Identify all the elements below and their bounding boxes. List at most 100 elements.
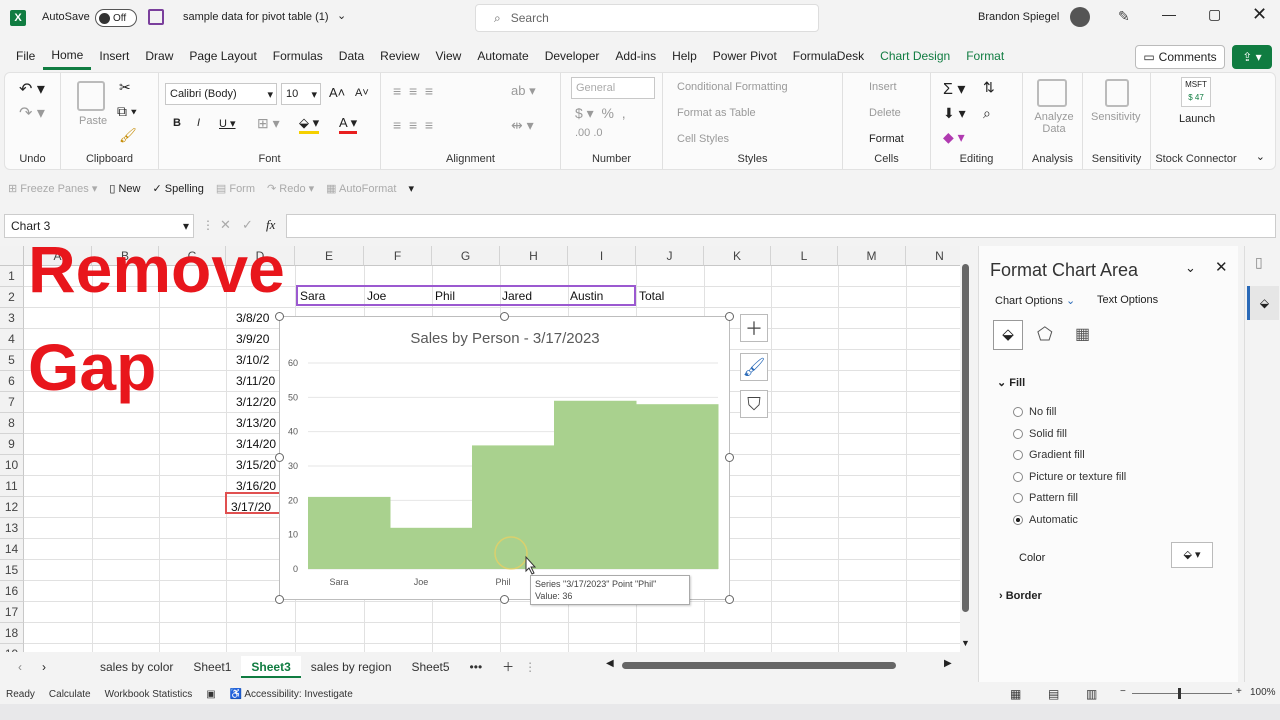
pane-close-icon[interactable]: ✕ bbox=[1215, 258, 1228, 276]
stock-icon[interactable]: MSFT $ 47 bbox=[1181, 77, 1211, 107]
chart-area[interactable]: Sales by Person - 3/17/2023 0 10 20 30 40 50 6… bbox=[279, 316, 730, 605]
row-header-17[interactable]: 17 bbox=[0, 602, 24, 623]
font-name-select[interactable]: Calibri (Body) ▾ bbox=[165, 83, 277, 105]
row-header-6[interactable]: 6 bbox=[0, 371, 24, 392]
add-sheet-button[interactable]: ＋ bbox=[492, 656, 524, 678]
tab-file[interactable]: File bbox=[8, 42, 43, 70]
enter-icon[interactable]: ✓ bbox=[242, 217, 253, 233]
column-header-l[interactable]: L bbox=[771, 246, 838, 266]
spelling-button[interactable]: ✓ Spelling bbox=[152, 182, 203, 195]
tab-insert[interactable]: Insert bbox=[91, 42, 137, 70]
resize-handle-t[interactable] bbox=[500, 312, 509, 321]
copy-icon[interactable]: ⧉ ▾ bbox=[117, 103, 137, 120]
fill-section-header[interactable]: ⌄ Fill bbox=[997, 376, 1025, 389]
format-cells-button[interactable]: Format bbox=[869, 133, 904, 145]
column-header-m[interactable]: M bbox=[838, 246, 906, 266]
column-header-n[interactable]: N bbox=[906, 246, 960, 266]
accessibility-status[interactable]: ♿ Accessibility: Investigate bbox=[230, 689, 353, 700]
delete-cells-button[interactable]: Delete bbox=[869, 107, 901, 119]
form-button[interactable]: ▤ Form bbox=[216, 182, 255, 195]
zoom-level[interactable]: 100% bbox=[1250, 687, 1276, 698]
redo-button[interactable]: ↷ Redo ▾ bbox=[267, 182, 314, 195]
new-button[interactable]: ▯ New bbox=[109, 182, 140, 195]
date-cell[interactable]: 3/15/20 bbox=[236, 455, 276, 476]
zoom-in-icon[interactable]: + bbox=[1236, 686, 1242, 697]
comments-button[interactable]: ▭ Comments bbox=[1135, 45, 1225, 69]
sheet-tab-sheet5[interactable]: Sheet5 bbox=[402, 656, 460, 678]
avatar[interactable] bbox=[1070, 7, 1090, 27]
scroll-left-icon[interactable]: ◀ bbox=[606, 658, 614, 669]
sort-filter-icon[interactable]: ⇅ bbox=[983, 79, 995, 96]
bar-jared[interactable] bbox=[554, 400, 637, 569]
file-name[interactable]: sample data for pivot table (1) bbox=[183, 11, 329, 23]
chart-options-tab[interactable]: Chart Options ⌄ bbox=[995, 294, 1075, 307]
paste-icon[interactable] bbox=[77, 81, 105, 111]
tab-developer[interactable]: Developer bbox=[537, 42, 608, 70]
currency-icon[interactable]: $ ▾ % , bbox=[575, 105, 626, 122]
column-header-e[interactable]: E bbox=[295, 246, 364, 266]
tab-chart-design[interactable]: Chart Design bbox=[872, 42, 958, 70]
font-color-icon[interactable]: A ▾ bbox=[339, 115, 358, 134]
date-cell[interactable]: 3/8/20 bbox=[236, 308, 269, 329]
chevron-down-icon[interactable]: ⌄ bbox=[337, 9, 346, 22]
borders-icon[interactable]: ⊞ ▾ bbox=[257, 115, 280, 132]
bar-phil[interactable] bbox=[472, 445, 555, 569]
row-header-9[interactable]: 9 bbox=[0, 434, 24, 455]
underline-icon[interactable]: U ▾ bbox=[219, 117, 236, 130]
tab-formuladesk[interactable]: FormulaDesk bbox=[785, 42, 872, 70]
fill-option-gradient-fill[interactable]: Gradient fill bbox=[1013, 449, 1085, 461]
row-header-16[interactable]: 16 bbox=[0, 581, 24, 602]
autosum-icon[interactable]: Σ ▾ bbox=[943, 79, 965, 99]
fill-line-icon[interactable]: ⬙ bbox=[993, 320, 1023, 350]
tab-power-pivot[interactable]: Power Pivot bbox=[705, 42, 785, 70]
row-header-7[interactable]: 7 bbox=[0, 392, 24, 413]
pen-icon[interactable]: ✎ bbox=[1118, 8, 1130, 25]
cell-austin[interactable]: Austin bbox=[570, 286, 603, 307]
save-icon[interactable] bbox=[148, 9, 164, 25]
sheet-tab-sheet1[interactable]: Sheet1 bbox=[183, 656, 241, 678]
date-cell[interactable]: 3/11/20 bbox=[236, 371, 275, 392]
sheet-tab-sales-by-region[interactable]: sales by region bbox=[301, 656, 402, 678]
pane-options-icon[interactable]: ⌄ bbox=[1185, 260, 1196, 276]
cell-jared[interactable]: Jared bbox=[502, 286, 532, 307]
page-layout-view-icon[interactable]: ▤ bbox=[1048, 687, 1059, 701]
format-pane-icon[interactable]: ⬙ bbox=[1247, 286, 1279, 320]
date-cell[interactable]: 3/13/20 bbox=[236, 413, 276, 434]
chart-elements-button[interactable]: ＋ bbox=[740, 314, 768, 342]
resize-handle-l[interactable] bbox=[275, 453, 284, 462]
select-all-corner[interactable] bbox=[0, 246, 24, 266]
tab-draw[interactable]: Draw bbox=[137, 42, 181, 70]
undo-icon[interactable]: ↶ ▾ bbox=[19, 79, 45, 99]
search-box[interactable]: ⌕ Search bbox=[475, 4, 819, 32]
column-header-h[interactable]: H bbox=[500, 246, 568, 266]
zoom-slider[interactable] bbox=[1132, 688, 1232, 699]
format-as-table-button[interactable]: Format as Table bbox=[677, 107, 756, 119]
color-picker-button[interactable]: ⬙ ▾ bbox=[1171, 542, 1213, 568]
date-cell[interactable]: 3/10/2 bbox=[236, 350, 269, 371]
sheet-tab-sheet3[interactable]: Sheet3 bbox=[241, 656, 301, 678]
zoom-out-icon[interactable]: − bbox=[1120, 686, 1126, 697]
bold-icon[interactable]: B bbox=[173, 117, 181, 129]
row-header-5[interactable]: 5 bbox=[0, 350, 24, 371]
font-size-select[interactable]: 10 ▾ bbox=[281, 83, 321, 105]
column-header-f[interactable]: F bbox=[364, 246, 432, 266]
border-section-header[interactable]: › Border bbox=[999, 590, 1042, 602]
fill-icon[interactable]: ⬇ ▾ bbox=[943, 105, 966, 122]
resize-handle-r[interactable] bbox=[725, 453, 734, 462]
autosave-toggle[interactable]: Off bbox=[95, 9, 137, 27]
tab-add-ins[interactable]: Add-ins bbox=[607, 42, 664, 70]
resize-handle-bl[interactable] bbox=[275, 595, 284, 604]
analyze-data-icon[interactable] bbox=[1037, 79, 1067, 107]
fx-icon[interactable]: fx bbox=[266, 217, 275, 233]
status-calculate[interactable]: Calculate bbox=[49, 689, 91, 700]
merge-icon[interactable]: ⇹ ▾ bbox=[511, 117, 534, 134]
clear-icon[interactable]: ◆ ▾ bbox=[943, 129, 965, 146]
column-header-j[interactable]: J bbox=[636, 246, 704, 266]
resize-handle-tl[interactable] bbox=[275, 312, 284, 321]
next-sheet-icon[interactable]: › bbox=[42, 660, 46, 674]
page-break-view-icon[interactable]: ▥ bbox=[1086, 687, 1097, 701]
more-sheets-icon[interactable]: ••• bbox=[460, 656, 493, 678]
scroll-right-icon[interactable]: ▶ bbox=[944, 658, 952, 669]
row-header-2[interactable]: 2 bbox=[0, 287, 24, 308]
horizontal-scrollbar[interactable]: ◀ ▶ bbox=[606, 658, 956, 674]
